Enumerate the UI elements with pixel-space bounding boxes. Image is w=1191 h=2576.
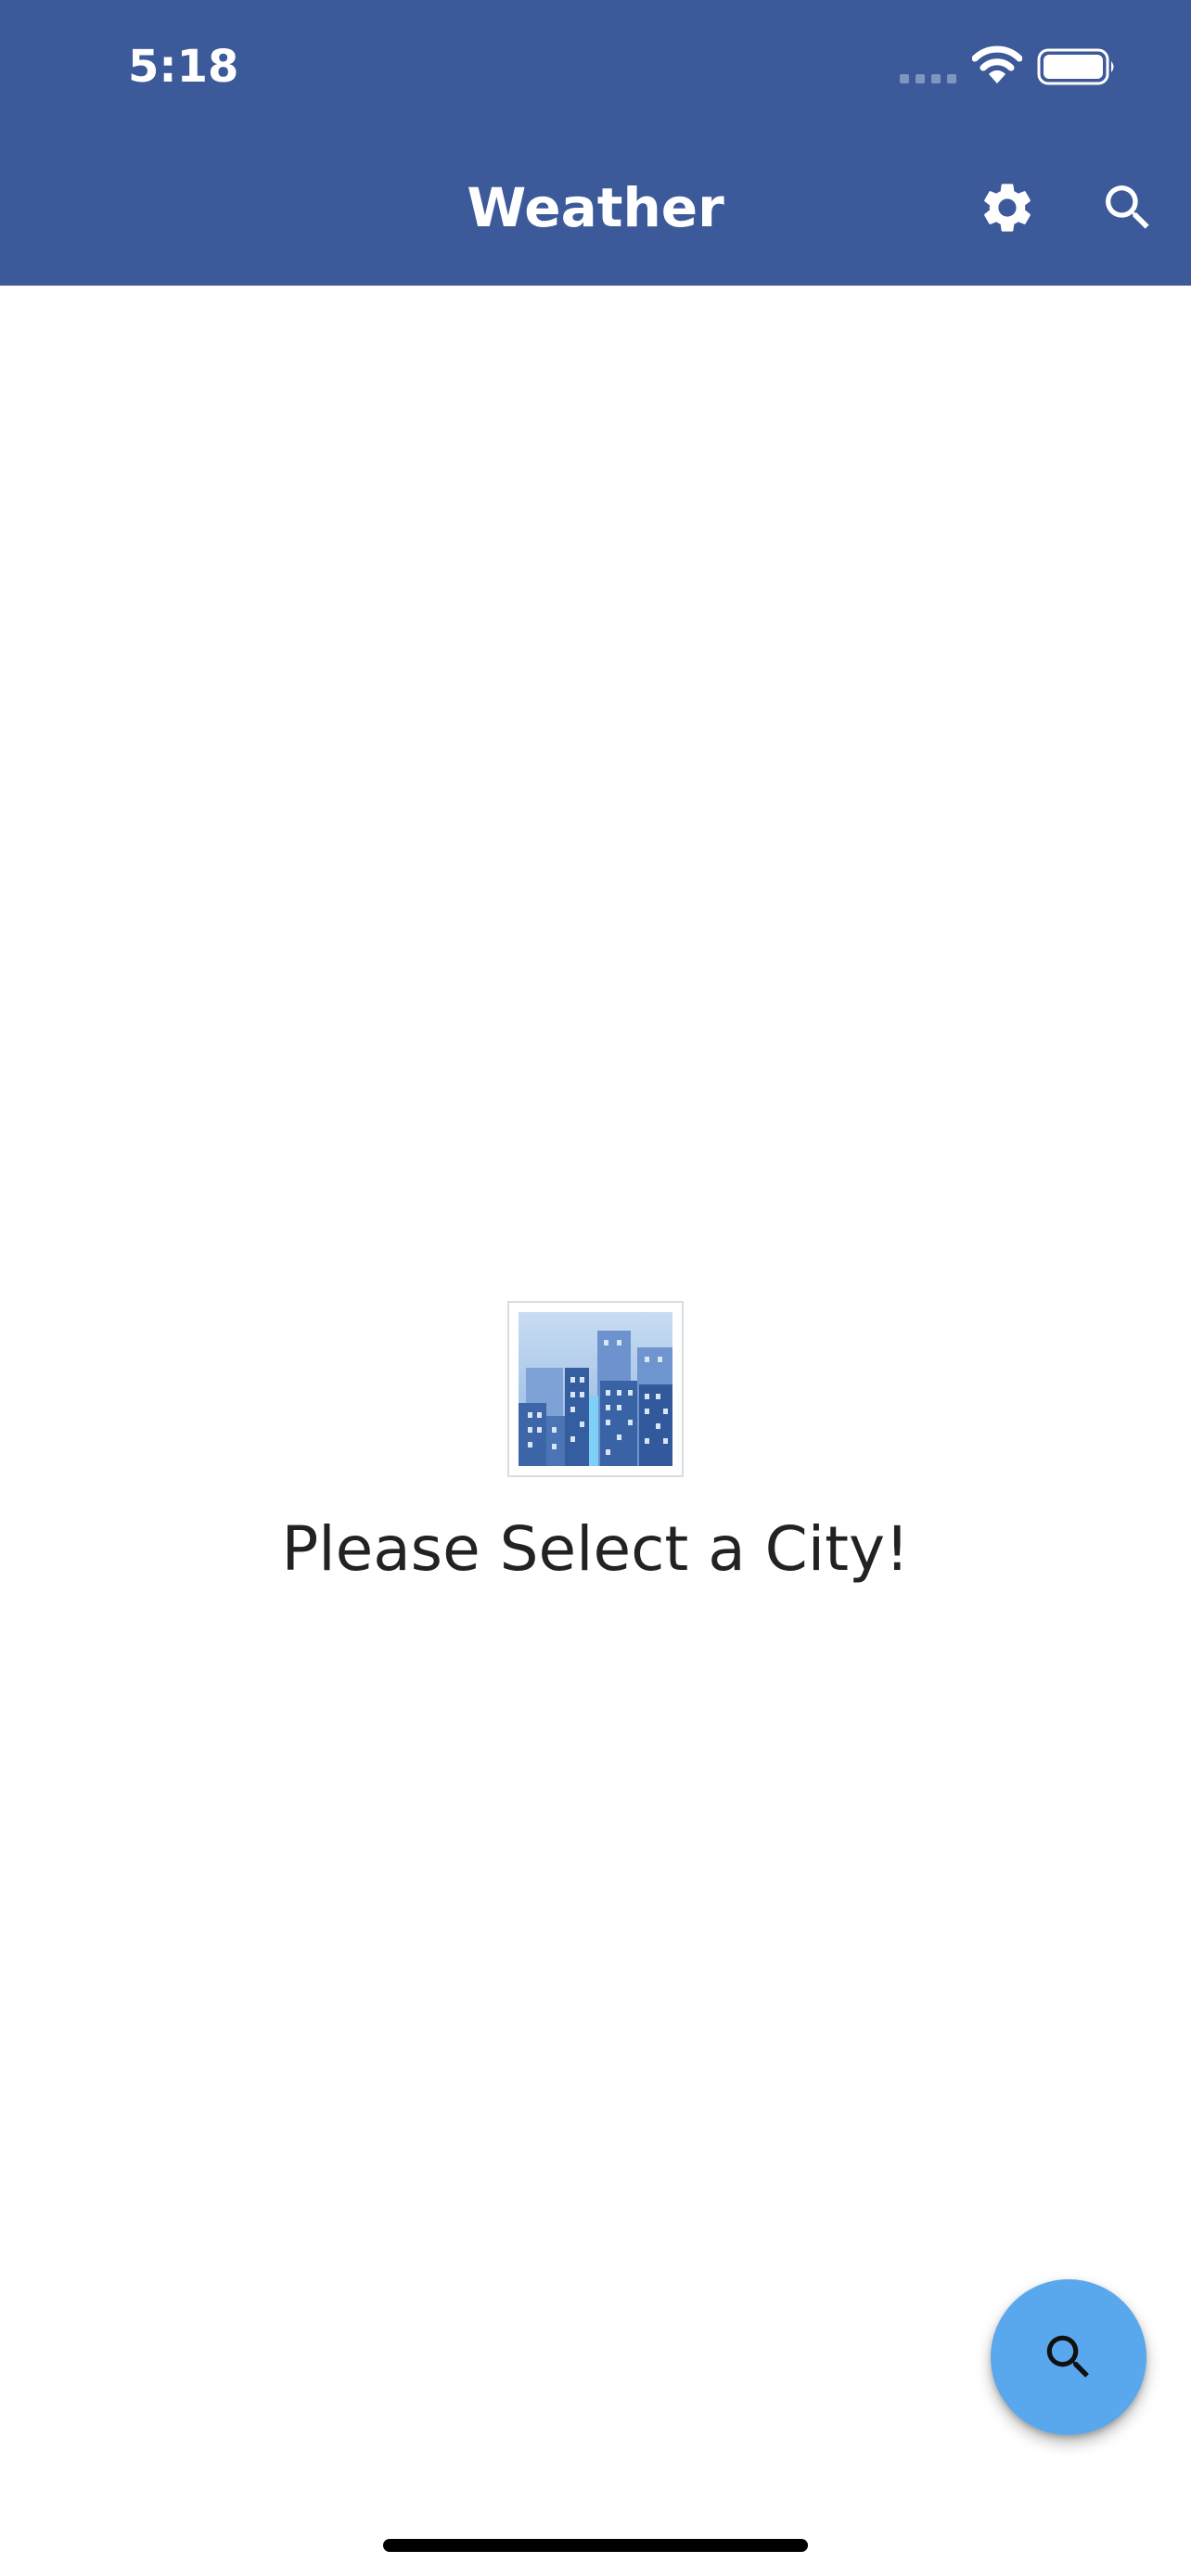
status-bar-time: 5:18 [128, 41, 239, 93]
settings-button[interactable] [965, 165, 1050, 250]
cityscape-icon [519, 1312, 672, 1466]
search-button[interactable] [1085, 165, 1171, 250]
wifi-icon [972, 45, 1022, 83]
battery-icon [1037, 48, 1114, 85]
empty-state: Please Select a City! [0, 1298, 1191, 1595]
empty-state-message: Please Select a City! [281, 1513, 910, 1585]
cellular-signal-icon [900, 74, 956, 83]
gear-icon [984, 184, 1031, 232]
app-bar: 5:18 Weather [0, 0, 1191, 286]
search-icon [1106, 185, 1149, 229]
search-fab[interactable] [991, 2279, 1146, 2435]
home-indicator[interactable] [383, 2539, 808, 2552]
cityscape-image [507, 1301, 684, 1477]
search-icon [1046, 2335, 1089, 2378]
